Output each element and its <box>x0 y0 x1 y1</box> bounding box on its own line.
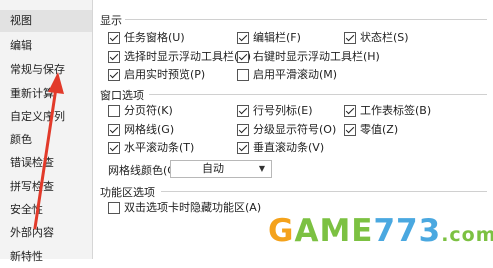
gridline-color-select[interactable]: 自动 ▼ <box>170 160 272 178</box>
checkbox-label: 双击选项卡时隐藏功能区(A) <box>124 201 262 214</box>
checkbox-label: 行号列标(E) <box>253 104 313 117</box>
checkbox-label: 零值(Z) <box>360 123 399 136</box>
checkbox-box[interactable] <box>344 105 356 117</box>
watermark-domain: .com <box>441 224 493 246</box>
sidebar-item-security[interactable]: 安全性 <box>0 199 92 221</box>
sidebar-item-spell-check[interactable]: 拼写检查 <box>0 176 92 198</box>
checkbox-label: 启用平滑滚动(M) <box>253 68 338 81</box>
chevron-down-icon[interactable]: ▼ <box>259 161 265 177</box>
sidebar-item-new-features[interactable]: 新特性 <box>0 246 92 268</box>
sidebar-item-color[interactable]: 颜色 <box>0 129 92 151</box>
section-divider <box>149 94 487 95</box>
checkbox-label: 选择时显示浮动工具栏(D) <box>124 50 252 63</box>
checkbox-label: 垂直滚动条(V) <box>253 141 325 154</box>
checkbox-box[interactable] <box>108 105 120 117</box>
checkbox-box[interactable] <box>108 69 120 81</box>
sidebar-item-recalculate[interactable]: 重新计算 <box>0 83 92 105</box>
checkbox-box[interactable] <box>108 142 120 154</box>
watermark-part: 773 <box>373 213 442 249</box>
checkbox-label: 工作表标签(B) <box>360 104 432 117</box>
watermark-part: AME <box>294 213 374 249</box>
checkbox-box[interactable] <box>108 51 120 63</box>
checkbox-box[interactable] <box>237 32 249 44</box>
checkbox-box[interactable] <box>108 32 120 44</box>
checkbox-box[interactable] <box>237 105 249 117</box>
gridline-color-value: 自动 <box>202 162 224 175</box>
checkbox-label: 分级显示符号(O) <box>253 123 337 136</box>
checkbox-label: 分页符(K) <box>124 104 173 117</box>
watermark-logo: GAME773.com <box>268 211 493 251</box>
checkbox-label: 水平滚动条(T) <box>124 141 195 154</box>
watermark-part: G <box>268 213 295 249</box>
checkbox-box[interactable] <box>237 124 249 136</box>
sidebar-item-view[interactable]: 视图 <box>0 10 92 32</box>
section-divider <box>161 191 487 192</box>
checkbox-label: 任务窗格(U) <box>124 31 185 44</box>
checkbox-label: 编辑栏(F) <box>253 31 301 44</box>
section-title-window-options: 窗口选项 <box>100 89 144 102</box>
checkbox-box[interactable] <box>237 69 249 81</box>
checkbox-box[interactable] <box>108 124 120 136</box>
sidebar-item-external-content[interactable]: 外部内容 <box>0 222 92 244</box>
checkbox-label: 启用实时预览(P) <box>124 68 206 81</box>
checkbox-box[interactable] <box>344 32 356 44</box>
section-title-display: 显示 <box>100 14 122 27</box>
checkbox-box[interactable] <box>237 142 249 154</box>
sidebar-item-general-save[interactable]: 常规与保存 <box>0 59 92 81</box>
options-sidebar: 视图 编辑 常规与保存 重新计算 自定义序列 颜色 错误检查 拼写检查 安全性 … <box>0 0 93 263</box>
checkbox-label: 状态栏(S) <box>360 31 409 44</box>
checkbox-box[interactable] <box>344 124 356 136</box>
sidebar-item-edit[interactable]: 编辑 <box>0 35 92 57</box>
section-divider <box>125 19 487 20</box>
sidebar-item-custom-lists[interactable]: 自定义序列 <box>0 106 92 128</box>
checkbox-label: 右键时显示浮动工具栏(H) <box>253 50 380 63</box>
checkbox-box[interactable] <box>237 51 249 63</box>
sidebar-item-error-check[interactable]: 错误检查 <box>0 152 92 174</box>
checkbox-label: 网格线(G) <box>124 123 175 136</box>
section-title-ribbon-options: 功能区选项 <box>100 186 155 199</box>
checkbox-box[interactable] <box>108 202 120 214</box>
